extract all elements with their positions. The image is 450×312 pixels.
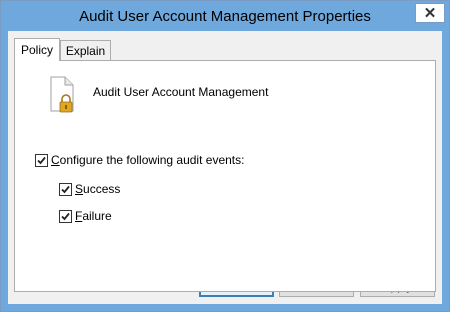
tab-policy[interactable]: Policy	[14, 38, 60, 61]
configure-audit-checkbox-row[interactable]: Configure the following audit events:	[35, 153, 244, 167]
policy-name: Audit User Account Management	[93, 85, 269, 99]
tab-policy-label: Policy	[20, 43, 53, 57]
window-title: Audit User Account Management Properties	[79, 8, 371, 25]
policy-tab-panel: Audit User Account Management Configure …	[14, 60, 436, 292]
success-checkbox-row[interactable]: Success	[59, 182, 120, 196]
policy-document-lock-icon	[50, 76, 74, 113]
success-label: Success	[75, 182, 121, 196]
checkmark-icon	[61, 212, 70, 220]
checkmark-icon	[61, 185, 70, 193]
properties-dialog: Audit User Account Management Properties…	[0, 0, 450, 312]
failure-checkbox-row[interactable]: Failure	[59, 209, 112, 223]
dialog-client-area: Policy Explain Audit User Account Manage…	[8, 31, 442, 304]
tab-explain-label: Explain	[65, 43, 106, 58]
close-button[interactable]: ✕	[415, 3, 445, 23]
title-bar[interactable]: Audit User Account Management Properties…	[1, 1, 449, 31]
failure-checkbox[interactable]	[59, 209, 72, 223]
configure-audit-checkbox[interactable]	[35, 153, 48, 167]
close-icon: ✕	[423, 5, 437, 22]
checkmark-icon	[37, 156, 46, 164]
failure-label: Failure	[75, 209, 112, 223]
tab-explain[interactable]: Explain	[60, 40, 111, 60]
configure-audit-label: Configure the following audit events:	[51, 153, 245, 167]
success-checkbox[interactable]	[59, 182, 72, 196]
